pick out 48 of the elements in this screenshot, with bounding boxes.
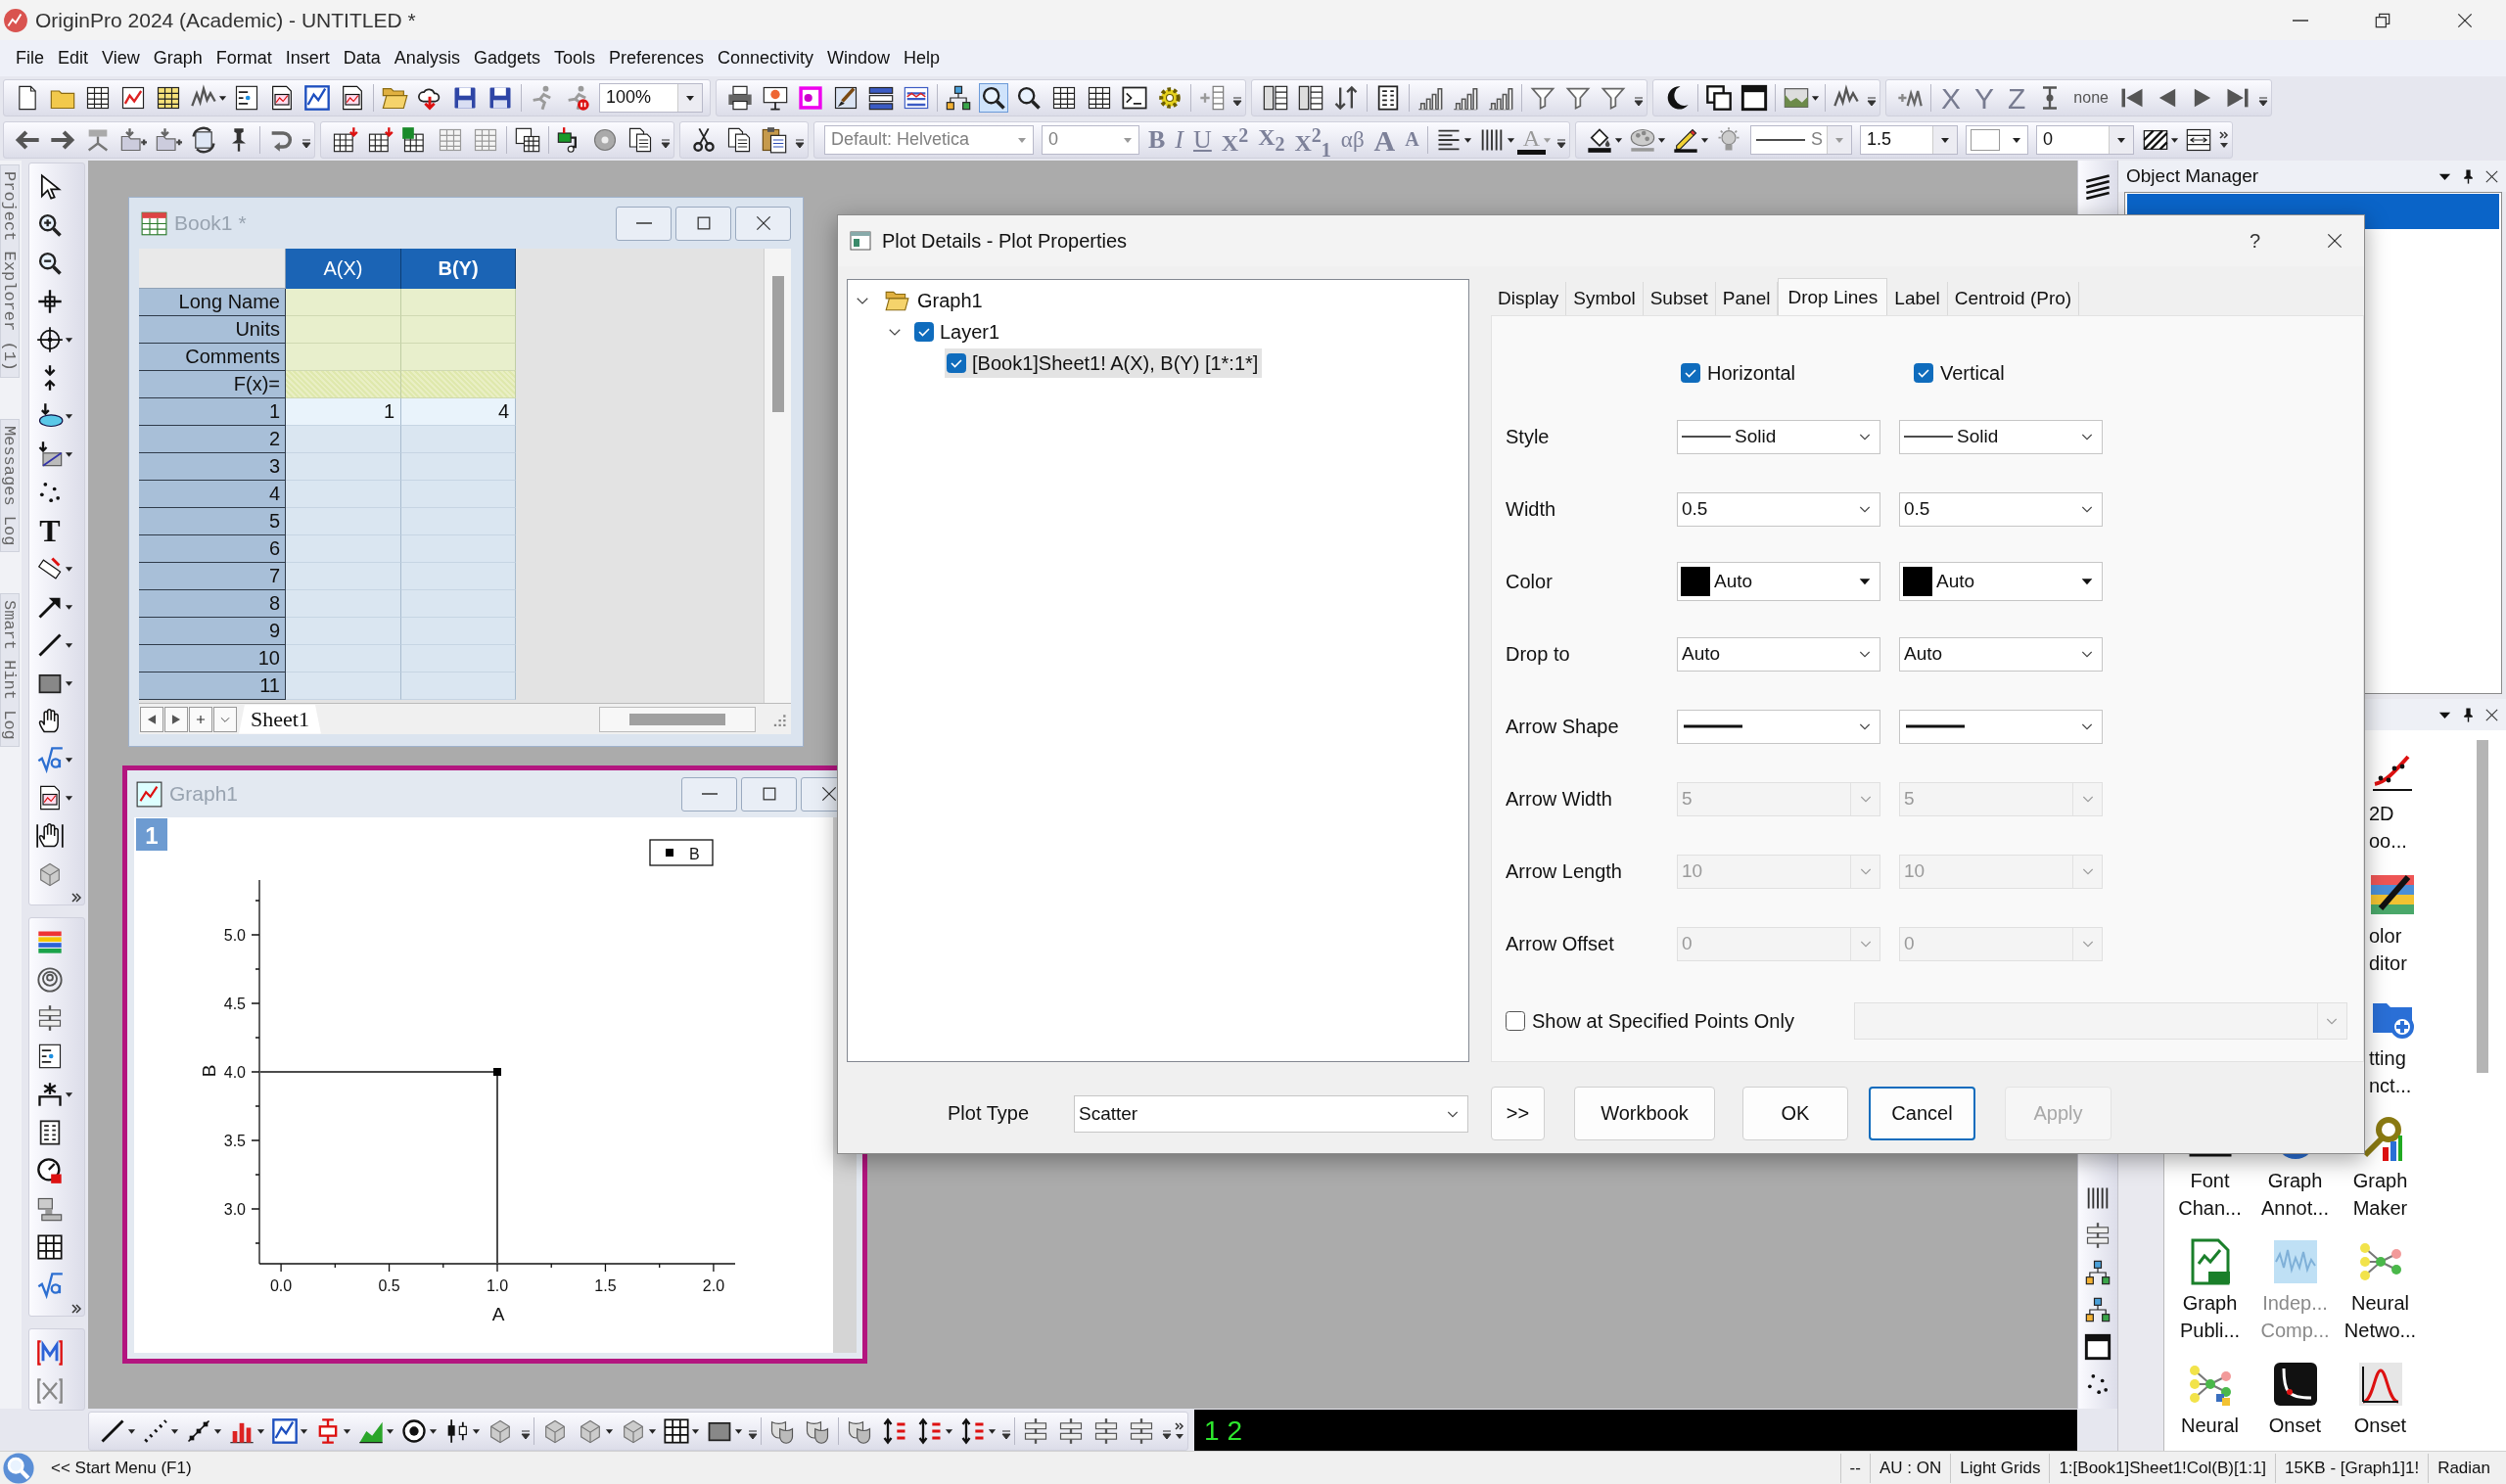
status-pane: Light Grids — [1950, 1453, 2050, 1483]
window-title: Book1 * — [174, 211, 247, 235]
row-header: F(x)= — [139, 371, 286, 398]
row-header: Long Name — [139, 289, 286, 316]
window-title: Graph1 — [169, 782, 239, 806]
field-label: Arrow Width — [1506, 787, 1613, 811]
status-pane: -- — [1839, 1453, 1870, 1483]
axis-title: B — [199, 1064, 219, 1078]
row-header: 10 — [139, 645, 286, 672]
row-header: 4 — [139, 481, 286, 508]
field-label: Color — [1506, 570, 1554, 593]
tick-label: 0.0 — [269, 1277, 293, 1294]
tick-label: 4.0 — [223, 1064, 246, 1081]
row-header: 8 — [139, 590, 286, 618]
window-title: OriginPro 2024 (Academic) - UNTITLED * — [35, 8, 416, 32]
row-header: 5 — [139, 508, 286, 535]
tick-label: 3.0 — [223, 1201, 246, 1218]
row-header: 7 — [139, 563, 286, 590]
tick-label: 0.5 — [378, 1277, 400, 1294]
tick-label: 1.5 — [594, 1277, 617, 1294]
dialog-title: Plot Details - Plot Properties — [882, 229, 1128, 253]
field-label: Arrow Offset — [1506, 932, 1615, 955]
row-header: 2 — [139, 426, 286, 453]
axis-title: A — [491, 1304, 505, 1324]
field-label: Drop to — [1506, 642, 1571, 666]
row-header: Units — [139, 316, 286, 344]
field-label: Arrow Length — [1506, 859, 1623, 883]
tick-label: 5.0 — [223, 927, 246, 944]
field-label: Style — [1506, 425, 1551, 448]
row-header: 3 — [139, 453, 286, 481]
field-label: Width — [1506, 497, 1557, 521]
tick-label: 1.0 — [486, 1277, 509, 1294]
panel-title: Object Manager — [2126, 165, 2259, 187]
tick-label: 4.5 — [223, 996, 246, 1012]
field-label: Plot Type — [948, 1102, 1031, 1125]
tick-label: 2.0 — [702, 1277, 725, 1294]
row-header: Comments — [139, 344, 286, 371]
status-pane: 15KB - [Graph1]1! — [2275, 1453, 2429, 1483]
tick-label: 3.5 — [223, 1133, 246, 1149]
row-header: 9 — [139, 618, 286, 645]
legend-label: B — [689, 846, 700, 862]
row-header: 11 — [139, 672, 286, 700]
row-header: 6 — [139, 535, 286, 563]
field-label: Arrow Shape — [1506, 715, 1620, 738]
status-pane: AU : ON — [1869, 1453, 1951, 1483]
status-pane: 1:[Book1]Sheet1!Col(B)[1:1] — [2049, 1453, 2276, 1483]
row-header: 1 — [139, 398, 286, 426]
status-pane: Radian — [2428, 1453, 2506, 1483]
